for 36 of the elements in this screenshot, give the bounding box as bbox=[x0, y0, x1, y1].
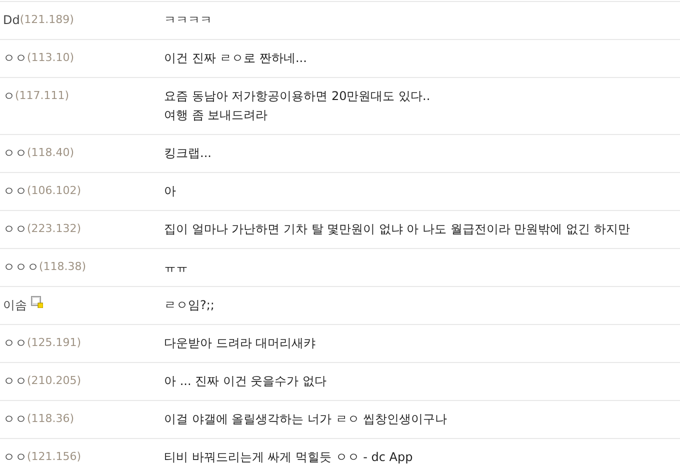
comment-text: 킹크랩... bbox=[164, 145, 212, 162]
ip-address: (121.189) bbox=[20, 12, 74, 28]
comment-text: 요즘 동남아 저가항공이용하면 20만원대도 있다.. 여행 좀 보내드려라 bbox=[164, 88, 430, 124]
nickname[interactable]: ㅇ bbox=[3, 87, 15, 105]
ip-address: (113.10) bbox=[27, 50, 74, 66]
nickname[interactable]: 이솜 bbox=[3, 296, 27, 314]
comment-text: 이건 진짜 ㄹㅇ로 짠하네... bbox=[164, 50, 307, 67]
comment-text: 아 bbox=[164, 183, 176, 200]
ip-address: (117.111) bbox=[15, 88, 70, 104]
ip-address: (106.102) bbox=[27, 183, 82, 199]
comment-text: ㅋㅋㅋㅋ bbox=[164, 12, 212, 29]
comment-text: 다운받아 드려라 대머리새캬 bbox=[164, 335, 316, 352]
comment-text: 티비 바꿔드리는게 싸게 먹힐듯 ㅇㅇ - dc App bbox=[164, 449, 413, 466]
nickname[interactable]: ㅇㅇ bbox=[3, 334, 27, 352]
ip-address: (118.38) bbox=[39, 259, 86, 275]
comment-text: ㅠㅠ bbox=[164, 259, 188, 276]
nickname[interactable]: ㅇㅇ bbox=[3, 144, 27, 162]
ip-address: (210.205) bbox=[27, 373, 82, 389]
comment-text: 아 ... 진짜 이건 웃을수가 없다 bbox=[164, 373, 327, 390]
comment-text: 이걸 야갤에 올릴생각하는 너가 ㄹㅇ 씹창인생이구나 bbox=[164, 411, 448, 428]
nickname[interactable]: Dd bbox=[3, 11, 20, 29]
ip-address: (121.156) bbox=[27, 449, 82, 465]
nickname[interactable]: ㅇㅇ bbox=[3, 410, 27, 428]
ip-address: (223.132) bbox=[27, 221, 82, 237]
comment-text: ㄹㅇ임?;; bbox=[164, 297, 214, 314]
nickname[interactable]: ㅇㅇ bbox=[3, 49, 27, 67]
nickname[interactable]: ㅇㅇ bbox=[3, 372, 27, 390]
ip-address: (118.40) bbox=[27, 145, 74, 161]
ip-address: (125.191) bbox=[27, 335, 82, 351]
nickname[interactable]: ㅇㅇ bbox=[3, 220, 27, 238]
ip-address: (118.36) bbox=[27, 411, 74, 427]
gallery-log-icon[interactable] bbox=[31, 296, 43, 308]
nickname[interactable]: ㅇㅇㅇ bbox=[3, 258, 39, 276]
comment-text: 집이 얼마나 가난하면 기차 탈 몇만원이 없냐 아 나도 월급전이라 만원밖에 없긴 하지만 bbox=[164, 221, 630, 238]
nickname[interactable]: ㅇㅇ bbox=[3, 182, 27, 200]
nickname[interactable]: ㅇㅇ bbox=[3, 448, 27, 466]
